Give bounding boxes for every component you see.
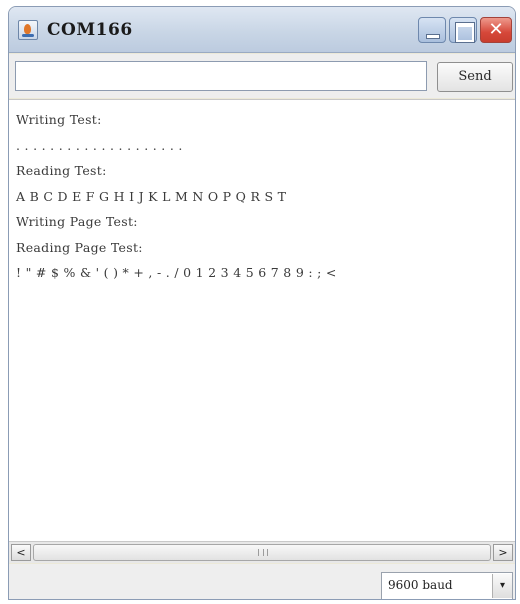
output-line: Reading Test: — [16, 163, 107, 178]
output-line: Writing Test: — [16, 112, 102, 127]
serial-monitor-window: COM166 ✕ Send Writing Test: . . . . . . … — [8, 6, 516, 600]
grip-icon — [258, 549, 268, 556]
close-icon: ✕ — [488, 19, 504, 40]
serial-output[interactable]: Writing Test: . . . . . . . . . . . . . … — [9, 99, 515, 541]
serial-input[interactable] — [15, 61, 427, 91]
send-button[interactable]: Send — [437, 62, 513, 92]
scroll-left-button[interactable]: < — [11, 544, 31, 561]
horizontal-scrollbar[interactable]: < > — [9, 541, 515, 563]
minimize-button[interactable] — [418, 17, 446, 43]
scroll-thumb[interactable] — [33, 544, 491, 561]
title-bar[interactable]: COM166 ✕ — [9, 7, 515, 53]
output-line: Writing Page Test: — [16, 214, 138, 229]
baud-rate-select[interactable]: 9600 baud ▾ — [381, 572, 513, 599]
status-bar: 9600 baud ▾ — [9, 564, 515, 599]
maximize-button[interactable] — [449, 17, 477, 43]
output-line: A B C D E F G H I J K L M N O P Q R S T — [16, 188, 287, 204]
java-coffee-icon — [18, 20, 38, 40]
window-title: COM166 — [47, 20, 133, 40]
output-line: Reading Page Test: — [16, 239, 143, 255]
chevron-down-icon[interactable]: ▾ — [492, 574, 512, 598]
output-line: . . . . . . . . . . . . . . . . . . . . — [16, 137, 183, 153]
baud-rate-value: 9600 baud — [388, 578, 453, 592]
input-toolbar: Send — [9, 54, 515, 98]
close-button[interactable]: ✕ — [480, 17, 512, 43]
scroll-right-button[interactable]: > — [493, 544, 513, 561]
output-line: ! " # $ % & ' ( ) * + , - . / 0 1 2 3 4 … — [16, 265, 337, 280]
